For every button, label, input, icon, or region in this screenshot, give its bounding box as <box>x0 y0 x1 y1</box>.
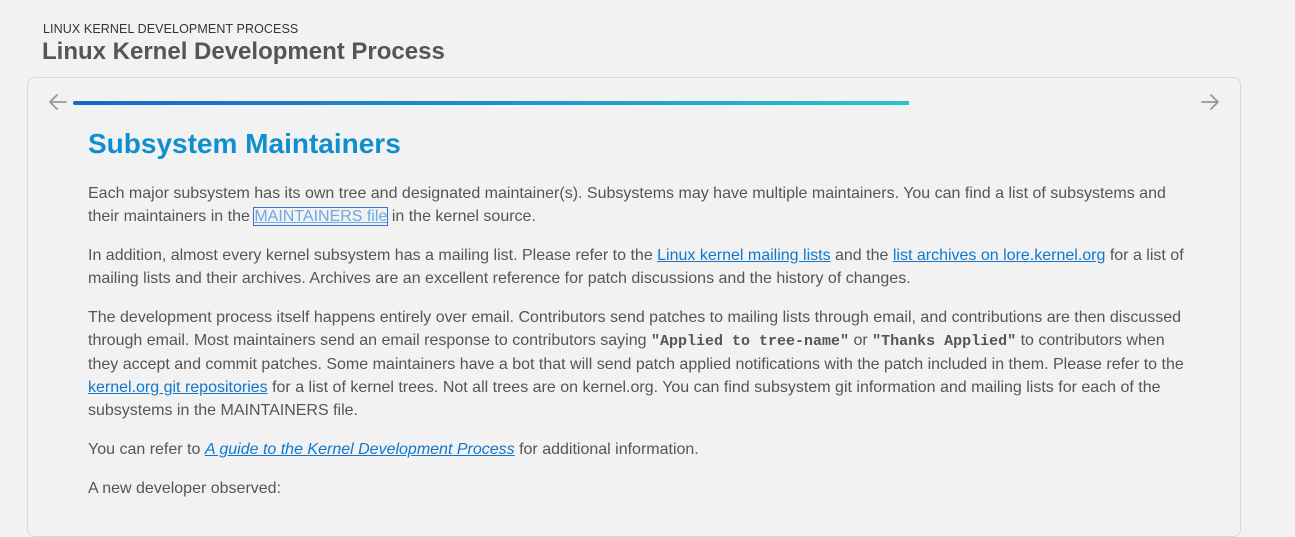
mailing-lists-link[interactable]: Linux kernel mailing lists <box>657 247 830 264</box>
paragraph-observed: A new developer observed: <box>88 480 282 497</box>
paragraph-mailing-lists: In addition, almost every kernel subsyst… <box>88 247 1184 287</box>
paragraph-guide: You can refer to A guide to the Kernel D… <box>88 441 699 458</box>
development-guide-link[interactable]: A guide to the Kernel Development Proces… <box>205 441 515 458</box>
paragraph-process: The development process itself happens e… <box>88 309 1184 419</box>
page-title: Linux Kernel Development Process <box>42 38 445 65</box>
previous-button[interactable] <box>47 91 69 113</box>
paragraph-maintainers: Each major subsystem has its own tree an… <box>88 185 1166 226</box>
section-title: Subsystem Maintainers <box>88 128 401 159</box>
progress-bar <box>73 101 1057 105</box>
breadcrumb: LINUX KERNEL DEVELOPMENT PROCESS <box>43 22 299 36</box>
progress-fill <box>73 101 910 105</box>
slide-card: Subsystem Maintainers Each major subsyst… <box>27 77 1241 537</box>
arrow-left-icon <box>49 94 67 110</box>
lore-archives-link[interactable]: list archives on lore.kernel.org <box>893 247 1106 264</box>
applied-code: "Applied to tree-name" <box>650 333 849 350</box>
slide-content: Subsystem Maintainers Each major subsyst… <box>88 128 1198 516</box>
maintainers-file-link[interactable]: MAINTAINERS file <box>253 207 389 226</box>
arrow-right-icon <box>1201 94 1219 110</box>
git-repositories-link[interactable]: kernel.org git repositories <box>88 379 268 396</box>
next-button[interactable] <box>1199 91 1221 113</box>
thanks-applied-code: "Thanks Applied" <box>872 333 1017 350</box>
